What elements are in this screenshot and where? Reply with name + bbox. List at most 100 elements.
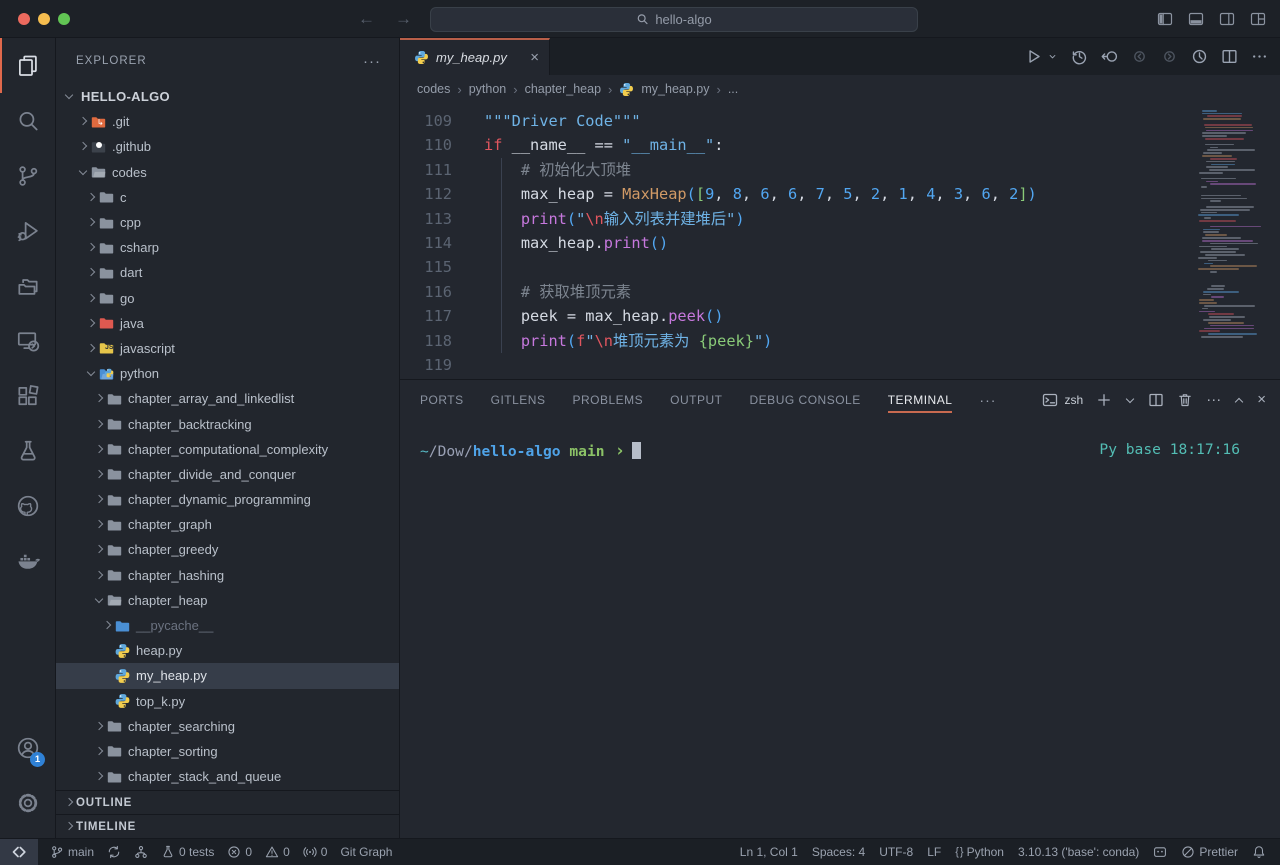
run-debug-icon[interactable] — [0, 203, 55, 258]
ports-forwarded[interactable]: 0 — [303, 845, 328, 859]
breadcrumb-item[interactable]: my_heap.py — [641, 82, 709, 96]
tree-item-chapter-dynamic-programming[interactable]: chapter_dynamic_programming — [56, 487, 399, 512]
terminal-icon[interactable] — [1042, 392, 1058, 408]
layout-sidebar-right-icon[interactable] — [1219, 11, 1235, 27]
git-graph[interactable]: Git Graph — [340, 845, 392, 859]
minimize-window-button[interactable] — [38, 13, 50, 25]
panel-tab-debug-console[interactable]: DEBUG CONSOLE — [750, 380, 861, 420]
split-terminal-icon[interactable] — [1148, 392, 1164, 408]
split-editor-icon[interactable] — [1221, 48, 1238, 65]
tree-root[interactable]: HELLO-ALGO — [56, 84, 399, 109]
tree-item--pycache-[interactable]: __pycache__ — [56, 613, 399, 638]
tree-item-go[interactable]: go — [56, 286, 399, 311]
command-center-search[interactable]: hello-algo — [430, 7, 918, 32]
layout-sidebar-left-icon[interactable] — [1157, 11, 1173, 27]
layout-panel-icon[interactable] — [1188, 11, 1204, 27]
zoom-window-button[interactable] — [58, 13, 70, 25]
timeline-section[interactable]: TIMELINE — [56, 814, 399, 838]
remote-explorer-icon[interactable] — [0, 313, 55, 368]
notifications[interactable] — [1252, 845, 1266, 859]
tree-item-my-heap-py[interactable]: my_heap.py — [56, 663, 399, 688]
project-manager-icon[interactable] — [0, 258, 55, 313]
terminal[interactable]: ~/Dow/hello-algo main › Py base 18:17:16 — [400, 420, 1280, 461]
panel-tab-ports[interactable]: PORTS — [420, 380, 464, 420]
settings-icon[interactable] — [0, 775, 55, 830]
kill-terminal-icon[interactable] — [1177, 392, 1193, 408]
close-window-button[interactable] — [18, 13, 30, 25]
tests-status[interactable]: 0 tests — [161, 845, 214, 859]
tree-item-chapter-computational-complexity[interactable]: chapter_computational_complexity — [56, 437, 399, 462]
tree-item--github[interactable]: .github — [56, 134, 399, 159]
indentation[interactable]: Spaces: 4 — [812, 845, 865, 859]
tree-item-chapter-stack-and-queue[interactable]: chapter_stack_and_queue — [56, 764, 399, 789]
problems-errors[interactable]: 0 — [227, 845, 252, 859]
panel-tab-output[interactable]: OUTPUT — [670, 380, 722, 420]
testing-icon[interactable] — [0, 423, 55, 478]
explorer-icon[interactable] — [0, 38, 55, 93]
gitlens-icon-item[interactable] — [134, 845, 148, 859]
explorer-more-actions-icon[interactable]: ··· — [363, 53, 381, 70]
file-history-icon[interactable] — [1071, 48, 1088, 65]
tree-item-cpp[interactable]: cpp — [56, 210, 399, 235]
breadcrumb-item[interactable]: codes — [417, 82, 450, 96]
tree-item-codes[interactable]: codes — [56, 160, 399, 185]
tree-item-heap-py[interactable]: heap.py — [56, 638, 399, 663]
maximize-panel-icon[interactable] — [1234, 395, 1244, 405]
terminal-dropdown-icon[interactable] — [1125, 395, 1135, 405]
tree-item-csharp[interactable]: csharp — [56, 235, 399, 260]
tree-item--git[interactable]: ↳.git — [56, 109, 399, 134]
tree-item-chapter-searching[interactable]: chapter_searching — [56, 714, 399, 739]
panel-tab-gitlens[interactable]: GITLENS — [491, 380, 546, 420]
tree-item-dart[interactable]: dart — [56, 260, 399, 285]
extensions-icon[interactable] — [0, 368, 55, 423]
prettier-status[interactable]: Prettier — [1181, 845, 1238, 859]
tree-item-top-k-py[interactable]: top_k.py — [56, 689, 399, 714]
accounts-icon[interactable]: 1 — [0, 720, 55, 775]
tree-item-chapter-graph[interactable]: chapter_graph — [56, 512, 399, 537]
tree-item-chapter-greedy[interactable]: chapter_greedy — [56, 537, 399, 562]
new-terminal-icon[interactable] — [1096, 392, 1112, 408]
tree-item-python[interactable]: python — [56, 361, 399, 386]
eol-sequence[interactable]: LF — [927, 845, 941, 859]
breadcrumb-item[interactable]: chapter_heap — [525, 82, 601, 96]
close-panel-icon[interactable]: × — [1257, 392, 1266, 408]
tree-item-java[interactable]: java — [56, 311, 399, 336]
tab-close-icon[interactable]: × — [530, 49, 539, 66]
breadcrumb-item[interactable]: ... — [728, 82, 738, 96]
minimap[interactable] — [1196, 107, 1262, 369]
more-icon[interactable]: ··· — [1206, 392, 1221, 408]
run-dropdown-icon[interactable] — [1047, 51, 1058, 62]
tree-item-chapter-sorting[interactable]: chapter_sorting — [56, 739, 399, 764]
code-editor[interactable]: 109"""Driver Code"""110if __name__ == "_… — [400, 103, 1280, 379]
tree-item-chapter-backtracking[interactable]: chapter_backtracking — [56, 411, 399, 436]
remote-indicator[interactable] — [0, 839, 38, 865]
docker-icon[interactable] — [0, 533, 55, 588]
run-file-icon[interactable] — [1025, 48, 1042, 65]
tree-item-javascript[interactable]: JSjavascript — [56, 336, 399, 361]
encoding[interactable]: UTF-8 — [879, 845, 913, 859]
breadcrumb-item[interactable]: python — [469, 82, 507, 96]
tree-item-chapter-array-and-linkedlist[interactable]: chapter_array_and_linkedlist — [56, 386, 399, 411]
nav-back-icon[interactable]: ← — [358, 9, 375, 29]
github-icon[interactable] — [0, 478, 55, 533]
next-change-icon[interactable] — [1161, 48, 1178, 65]
source-control-icon[interactable] — [0, 148, 55, 203]
tree-item-chapter-heap[interactable]: chapter_heap — [56, 588, 399, 613]
panel-tab-problems[interactable]: PROBLEMS — [572, 380, 643, 420]
commit-graph-icon[interactable] — [1191, 48, 1208, 65]
problems-warnings[interactable]: 0 — [265, 845, 290, 859]
open-changes-icon[interactable] — [1101, 48, 1118, 65]
customize-layout-icon[interactable] — [1250, 11, 1266, 27]
outline-section[interactable]: OUTLINE — [56, 790, 399, 814]
more-actions-icon[interactable] — [1251, 48, 1268, 65]
prev-change-icon[interactable] — [1131, 48, 1148, 65]
tree-item-c[interactable]: c — [56, 185, 399, 210]
sync-changes[interactable] — [107, 845, 121, 859]
panel-tabs-more-icon[interactable]: ··· — [979, 392, 996, 408]
language-mode[interactable]: { }Python — [955, 845, 1004, 859]
nav-forward-icon[interactable]: → — [395, 9, 412, 29]
git-branch[interactable]: main — [50, 845, 94, 859]
tree-item-chapter-divide-and-conquer[interactable]: chapter_divide_and_conquer — [56, 462, 399, 487]
extension-robot[interactable] — [1153, 845, 1167, 859]
python-interpreter[interactable]: 3.10.13 ('base': conda) — [1018, 845, 1139, 859]
